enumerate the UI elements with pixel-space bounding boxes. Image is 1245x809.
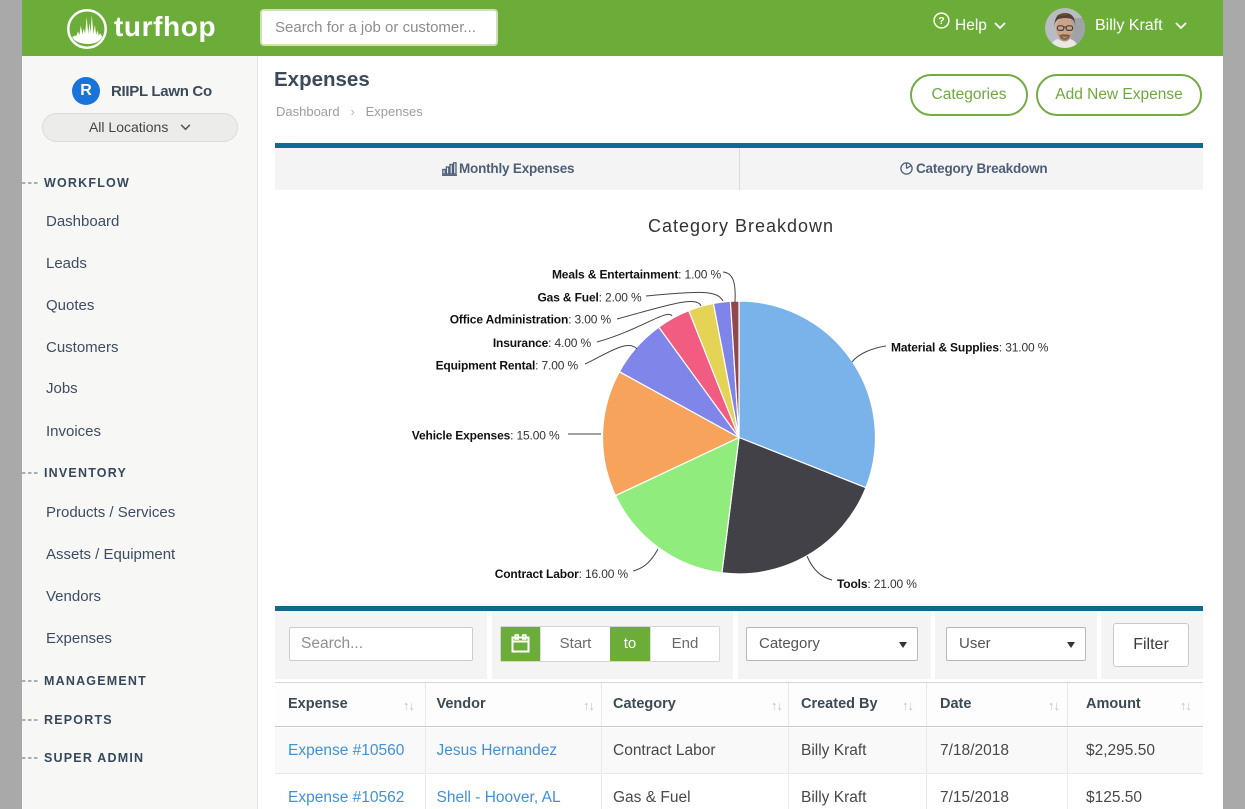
svg-text:Tools: 21.00 %: Tools: 21.00 % bbox=[837, 577, 917, 591]
svg-text:Material & Supplies: 31.00 %: Material & Supplies: 31.00 % bbox=[891, 341, 1049, 355]
svg-text:Equipment Rental: 7.00 %: Equipment Rental: 7.00 % bbox=[436, 359, 579, 373]
svg-text:Office Administration: 3.00 %: Office Administration: 3.00 % bbox=[450, 313, 612, 327]
svg-text:Contract Labor: 16.00 %: Contract Labor: 16.00 % bbox=[495, 567, 629, 581]
svg-text:Insurance: 4.00 %: Insurance: 4.00 % bbox=[493, 336, 592, 350]
svg-text:Vehicle Expenses: 15.00 %: Vehicle Expenses: 15.00 % bbox=[412, 429, 560, 443]
svg-text:?: ? bbox=[938, 15, 944, 27]
svg-text:Meals & Entertainment: 1.00 %: Meals & Entertainment: 1.00 % bbox=[552, 268, 722, 282]
svg-text:Gas & Fuel: 2.00 %: Gas & Fuel: 2.00 % bbox=[537, 291, 641, 305]
